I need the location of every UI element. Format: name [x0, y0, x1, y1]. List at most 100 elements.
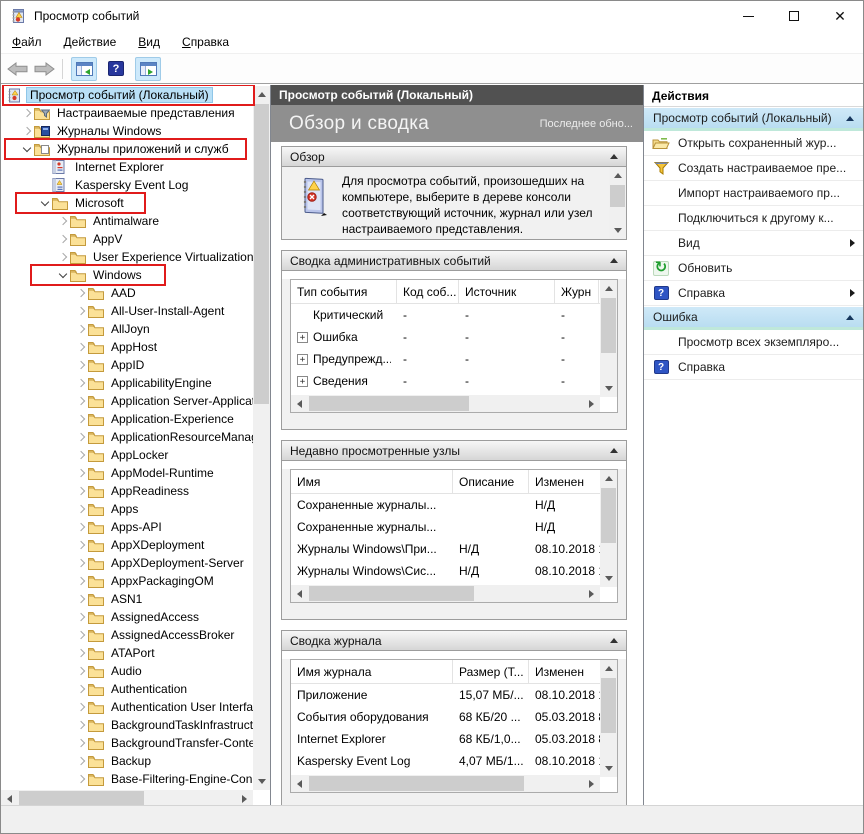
tree-item[interactable]: AppReadiness [1, 482, 253, 500]
action-group-header[interactable]: Просмотр событий (Локальный) [644, 108, 863, 131]
action-item[interactable]: ? Справка [644, 355, 863, 380]
tree-item[interactable]: Audio [1, 662, 253, 680]
tree-item[interactable]: Internet Explorer [1, 158, 253, 176]
chevron-right-icon[interactable] [75, 305, 88, 318]
action-group-header[interactable]: Ошибка [644, 307, 863, 330]
tree-item[interactable]: All-User-Install-Agent [1, 302, 253, 320]
maximize-button[interactable] [771, 1, 817, 31]
chevron-right-icon[interactable] [57, 233, 70, 246]
table-row[interactable]: Критический - - - [291, 304, 600, 326]
chevron-right-icon[interactable] [75, 701, 88, 714]
overview-section-header[interactable]: Обзор [282, 147, 626, 167]
table-row[interactable]: + Ошибка - - - [291, 326, 600, 348]
tree-item[interactable]: AAD [1, 284, 253, 302]
chevron-right-icon[interactable] [21, 107, 34, 120]
show-console-tree-icon[interactable] [71, 56, 97, 81]
chevron-right-icon[interactable] [75, 683, 88, 696]
table-vertical-scrollbar[interactable] [600, 660, 617, 777]
table-row[interactable]: Kaspersky Event Log 4,07 МБ/1... 08.10.201… [291, 750, 600, 772]
column-header[interactable]: Изменен [529, 470, 600, 493]
chevron-right-icon[interactable] [75, 359, 88, 372]
chevron-right-icon[interactable] [75, 323, 88, 336]
collapse-icon[interactable] [846, 314, 854, 320]
table-horizontal-scrollbar[interactable] [291, 775, 600, 792]
show-action-pane-icon[interactable] [135, 56, 161, 81]
table-row[interactable]: Журналы Windows\Сис... Н/Д 08.10.2018 16:3 [291, 560, 600, 582]
tree-item[interactable]: ASN1 [1, 590, 253, 608]
action-item[interactable]: Просмотр всех экземпляро... [644, 330, 863, 355]
chevron-right-icon[interactable] [75, 485, 88, 498]
chevron-right-icon[interactable] [75, 629, 88, 642]
table-horizontal-scrollbar[interactable] [291, 395, 600, 412]
table-row[interactable]: Журналы Windows\При... Н/Д 08.10.2018 16:3 [291, 538, 600, 560]
tree-item[interactable]: Backup [1, 752, 253, 770]
column-header[interactable]: Изменен [529, 660, 600, 683]
tree-item[interactable]: Antimalware [1, 212, 253, 230]
table-horizontal-scrollbar[interactable] [291, 585, 600, 602]
action-item[interactable]: ? Справка [644, 281, 863, 306]
chevron-right-icon[interactable] [75, 341, 88, 354]
column-header[interactable]: Размер (Т... [453, 660, 529, 683]
tree-item[interactable]: AppLocker [1, 446, 253, 464]
action-item[interactable]: Вид [644, 231, 863, 256]
tree-item[interactable]: BackgroundTaskInfrastructu [1, 716, 253, 734]
column-header[interactable]: Имя [291, 470, 453, 493]
chevron-down-icon[interactable] [57, 269, 70, 282]
chevron-right-icon[interactable] [75, 467, 88, 480]
expand-plus-icon[interactable]: + [297, 375, 308, 387]
chevron-right-icon[interactable] [75, 503, 88, 516]
collapse-icon[interactable] [610, 638, 618, 643]
table-vertical-scrollbar[interactable] [600, 280, 617, 397]
tree-item[interactable]: ATAPort [1, 644, 253, 662]
column-header[interactable]: Тип события [291, 280, 397, 303]
action-item[interactable]: Подключиться к другому к... [644, 206, 863, 231]
chevron-right-icon[interactable] [75, 521, 88, 534]
table-row[interactable]: Internet Explorer 68 КБ/1,0... 05.03.2018 … [291, 728, 600, 750]
collapse-icon[interactable] [846, 115, 854, 121]
tree-item[interactable]: Просмотр событий (Локальный) [1, 86, 253, 104]
tree-item[interactable]: AppxPackagingOM [1, 572, 253, 590]
column-header[interactable]: Источник [459, 280, 555, 303]
tree-item[interactable]: AssignedAccess [1, 608, 253, 626]
recent-nodes-section-header[interactable]: Недавно просмотренные узлы [282, 441, 626, 461]
chevron-right-icon[interactable] [75, 755, 88, 768]
chevron-right-icon[interactable] [75, 557, 88, 570]
tree-item[interactable]: Application-Experience [1, 410, 253, 428]
chevron-right-icon[interactable] [75, 449, 88, 462]
chevron-right-icon[interactable] [57, 215, 70, 228]
tree-item[interactable]: AppV [1, 230, 253, 248]
menu-item[interactable]: Файл [1, 32, 53, 52]
tree-item[interactable]: User Experience Virtualization [1, 248, 253, 266]
tree-item[interactable]: Apps [1, 500, 253, 518]
expand-plus-icon[interactable]: + [297, 353, 308, 365]
chevron-right-icon[interactable] [57, 251, 70, 264]
expand-plus-icon[interactable]: + [297, 331, 308, 343]
admin-events-section-header[interactable]: Сводка административных событий [282, 251, 626, 271]
menu-item[interactable]: Вид [127, 32, 171, 52]
collapse-icon[interactable] [610, 154, 618, 159]
overview-scrollbar[interactable] [609, 167, 626, 239]
chevron-right-icon[interactable] [75, 395, 88, 408]
table-vertical-scrollbar[interactable] [600, 470, 617, 587]
tree-item[interactable]: Base-Filtering-Engine-Conn [1, 770, 253, 788]
chevron-right-icon[interactable] [75, 431, 88, 444]
chevron-right-icon[interactable] [75, 647, 88, 660]
column-header[interactable]: Описание [453, 470, 529, 493]
tree-item[interactable]: BackgroundTransfer-Conte [1, 734, 253, 752]
column-header[interactable]: Журн [555, 280, 599, 303]
action-item[interactable]: Импорт настраиваемого пр... [644, 181, 863, 206]
chevron-right-icon[interactable] [75, 413, 88, 426]
minimize-button[interactable] [725, 1, 771, 31]
table-row[interactable]: Сохраненные журналы... Н/Д [291, 516, 600, 538]
tree-item[interactable]: Apps-API [1, 518, 253, 536]
chevron-down-icon[interactable] [21, 143, 34, 156]
chevron-right-icon[interactable] [75, 665, 88, 678]
tree-item[interactable]: ApplicationResourceManag [1, 428, 253, 446]
menu-item[interactable]: Действие [53, 32, 128, 52]
tree-vertical-scrollbar[interactable] [253, 86, 270, 790]
forward-icon[interactable] [33, 61, 55, 77]
close-button[interactable]: ✕ [817, 1, 863, 31]
action-item[interactable]: Открыть сохраненный жур... [644, 131, 863, 156]
collapse-icon[interactable] [610, 448, 618, 453]
tree-item[interactable]: Application Server-Applicat [1, 392, 253, 410]
